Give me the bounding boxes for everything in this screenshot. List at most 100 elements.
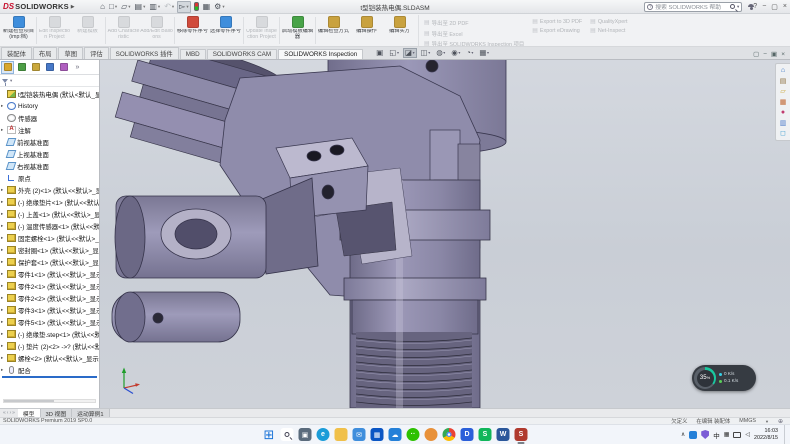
- file-properties-icon[interactable]: ▦: [201, 1, 212, 13]
- export-item[interactable]: ▤导出至 2D PDF: [424, 19, 524, 27]
- search-button[interactable]: [281, 428, 294, 441]
- help-icon[interactable]: ?: [753, 3, 757, 10]
- help-search-box[interactable]: ? 搜索 SOLIDWORKS 帮助 ▾: [644, 2, 742, 12]
- home-icon[interactable]: ⌂: [99, 1, 107, 13]
- apply-scene-icon[interactable]: ▦▾: [477, 48, 491, 58]
- zoom-fit-icon[interactable]: ▣: [374, 48, 385, 58]
- custom-properties-icon[interactable]: ▥: [780, 120, 787, 127]
- undo-icon[interactable]: ↶▾: [163, 1, 176, 13]
- tree-item-10[interactable]: ▸(-) 温度传感器<1> (默认<<默认>_: [0, 220, 99, 232]
- search-icon[interactable]: [730, 4, 735, 9]
- document-tab-1[interactable]: 3D 视图: [41, 409, 73, 417]
- tree-item-2[interactable]: ▸注解: [0, 124, 99, 136]
- open-icon[interactable]: ▱▾: [120, 1, 132, 13]
- solidworks-resources-icon[interactable]: ⌂: [781, 67, 785, 74]
- options-icon[interactable]: ⚙▾: [213, 1, 226, 13]
- doc-maximize-icon[interactable]: ▣: [771, 50, 777, 58]
- ribbon-tab-0[interactable]: 装配体: [1, 47, 32, 60]
- app-browser-360[interactable]: [425, 428, 438, 441]
- app-file-explorer[interactable]: [335, 428, 348, 441]
- ribbon-button-8[interactable]: 启动模板编辑器: [281, 15, 314, 46]
- tree-item-15[interactable]: ▸零件2<1> (默认<<默认>_显示状: [0, 280, 99, 292]
- doc-minimize-icon[interactable]: −: [763, 51, 767, 58]
- tray-display-icon[interactable]: [733, 432, 741, 438]
- ribbon-tab-1[interactable]: 布局: [33, 47, 58, 60]
- forum-icon[interactable]: ◻: [780, 130, 786, 137]
- tree-horizontal-scrollbar[interactable]: [3, 399, 96, 403]
- ime-indicator[interactable]: 中: [713, 430, 720, 440]
- unit-system-caret-icon[interactable]: ▼: [765, 419, 769, 424]
- tree-item-5[interactable]: 右视基准面: [0, 160, 99, 172]
- tree-item-13[interactable]: ▸保护套<1> (默认<<默认>_显示状: [0, 256, 99, 268]
- app-chrome[interactable]: [443, 428, 456, 441]
- section-view-icon[interactable]: ◪▾: [403, 48, 417, 58]
- export-item[interactable]: ▤Net-Inspect: [590, 28, 627, 34]
- tab-propertymanager[interactable]: [15, 61, 28, 74]
- tab-scroll-icon-2[interactable]: ›: [9, 410, 11, 416]
- tray-grid-icon[interactable]: ▦: [724, 432, 730, 438]
- view-palette-icon[interactable]: ▦: [780, 99, 787, 106]
- tray-shield-icon[interactable]: [701, 430, 709, 439]
- show-desktop-button[interactable]: [784, 425, 787, 444]
- tray-app-blue-icon[interactable]: [689, 431, 697, 439]
- app-wechat[interactable]: ··: [407, 428, 420, 441]
- design-library-icon[interactable]: ▤: [780, 78, 787, 85]
- tree-root[interactable]: t型铠装热电偶 (默认<默认_显示状态-1>: [0, 88, 99, 100]
- zoom-area-icon[interactable]: ◱▾: [387, 48, 401, 58]
- tree-item-16[interactable]: ▸零件2<2> (默认<<默认>_显示状: [0, 292, 99, 304]
- ribbon-tab-6[interactable]: SOLIDWORKS CAM: [207, 49, 277, 60]
- document-tab-2[interactable]: 运动算例1: [72, 409, 109, 417]
- tree-item-14[interactable]: ▸零件1<1> (默认<<默认>_显示状态: [0, 268, 99, 280]
- ribbon-tab-4[interactable]: SOLIDWORKS 插件: [110, 47, 179, 60]
- tab-featuremanager[interactable]: [1, 61, 14, 74]
- ribbon-tab-2[interactable]: 草图: [58, 47, 83, 60]
- tree-item-8[interactable]: ▸(-) 绝缘垫片<1> (默认<<默认>_显: [0, 196, 99, 208]
- tree-item-3[interactable]: 前视基准面: [0, 136, 99, 148]
- select-icon[interactable]: ▻▾: [177, 1, 191, 13]
- tab-scroll-icon-0[interactable]: «: [3, 410, 6, 416]
- tree-item-12[interactable]: ▸密封圈<1> (默认<<默认>_显示状: [0, 244, 99, 256]
- tree-item-4[interactable]: 上视基准面: [0, 148, 99, 160]
- app-solidworks[interactable]: S: [515, 428, 528, 441]
- ribbon-button-9[interactable]: 编辑检查方式: [317, 15, 350, 46]
- tab-flyout-expand[interactable]: »: [71, 61, 84, 74]
- close-icon[interactable]: ×: [783, 3, 787, 10]
- ribbon-tab-5[interactable]: MBD: [180, 49, 206, 60]
- tree-item-21[interactable]: ▸螺栓<2> (默认<<默认>_显示状态: [0, 352, 99, 364]
- export-item[interactable]: ▤导出至 Excel: [424, 30, 524, 38]
- display-style-icon[interactable]: ◍▾: [434, 48, 447, 58]
- ribbon-button-0[interactable]: 新建检查项目 (imp:档): [2, 15, 35, 46]
- export-item[interactable]: ▤导出至 SOLIDWORKS Inspection 项目: [424, 40, 524, 47]
- restore-icon[interactable]: ▢: [771, 3, 778, 11]
- app-dictionary[interactable]: D: [461, 428, 474, 441]
- search-caret-icon[interactable]: ▾: [737, 4, 739, 10]
- rebuild-traffic-light-icon[interactable]: [192, 1, 200, 13]
- ribbon-tab-7[interactable]: SOLIDWORKS Inspection: [278, 49, 363, 60]
- doc-restore-icon[interactable]: ▢: [753, 50, 759, 58]
- tree-filter[interactable]: ▾: [0, 75, 99, 87]
- tree-item-20[interactable]: ▸(-) 垫片 (2)<2> ->? (默认<<默认: [0, 340, 99, 352]
- tray-volume-icon[interactable]: ◁: [745, 432, 750, 438]
- tree-item-11[interactable]: ▸固定螺栓<1> (默认<<默认>_显示: [0, 232, 99, 244]
- export-item[interactable]: ▤Export eDrawing: [532, 28, 582, 34]
- tree-item-18[interactable]: ▸零件5<1> (默认<<默认>_显示状: [0, 316, 99, 328]
- tab-dimxpertmanager[interactable]: [43, 61, 56, 74]
- print-icon[interactable]: ▥▾: [148, 1, 162, 13]
- export-item[interactable]: ▤QualityXpert: [590, 19, 627, 25]
- app-onedrive[interactable]: ☁: [389, 428, 402, 441]
- app-store[interactable]: ▦: [371, 428, 384, 441]
- minimize-icon[interactable]: −: [762, 3, 766, 10]
- app-mail[interactable]: ✉: [353, 428, 366, 441]
- task-view-button[interactable]: ▣: [299, 428, 312, 441]
- tab-scroll-icon-1[interactable]: ‹: [7, 410, 9, 416]
- performance-float-widget[interactable]: 35% 0 K/s 0.1 K/s: [692, 365, 756, 391]
- tab-configurationmanager[interactable]: [29, 61, 42, 74]
- appearances-scenes-icon[interactable]: ●: [781, 109, 785, 116]
- export-item[interactable]: ▤Export to 3D PDF: [532, 19, 582, 25]
- ribbon-button-10[interactable]: 编辑操作: [350, 15, 383, 46]
- menu-expand-arrow-icon[interactable]: ▶: [71, 4, 75, 10]
- hide-show-items-icon[interactable]: ◉▾: [449, 48, 462, 58]
- ribbon-button-11[interactable]: 编辑实方: [383, 15, 416, 46]
- taskbar-clock[interactable]: 16:03 2022/8/15: [754, 428, 778, 440]
- tab-displaymanager[interactable]: [57, 61, 70, 74]
